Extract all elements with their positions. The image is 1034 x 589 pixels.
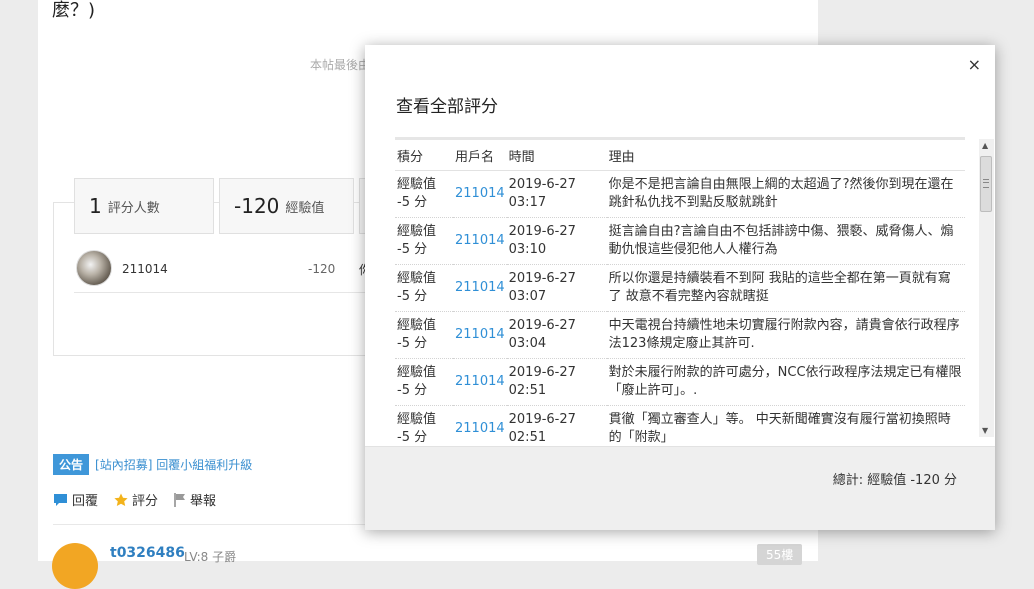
- announcement: 公告 [站內招募] 回覆小組福利升級: [53, 454, 252, 475]
- stat-value: -120: [234, 194, 280, 218]
- user-link[interactable]: 211014: [455, 233, 505, 248]
- table-row: 經驗值 -5 分 211014 2019-6-27 02:51 對於未履行附款的…: [395, 358, 965, 406]
- flag-icon: [174, 492, 186, 507]
- stat-unit: 評分人數: [107, 200, 160, 216]
- table-row: 經驗值 -5 分 211014 2019-6-27 03:10 挺言論自由?言論…: [395, 217, 965, 265]
- cell-time: 2019-6-27 02:51: [506, 358, 607, 406]
- rater-name[interactable]: 211014: [122, 262, 168, 276]
- report-label: 舉報: [190, 494, 217, 509]
- table-header-row: 積分 用戶名 時間 理由: [395, 140, 965, 171]
- column-header-user: 用戶名: [453, 140, 507, 171]
- scrollbar-thumb[interactable]: [980, 156, 992, 212]
- reply-label: 回覆: [72, 494, 99, 509]
- comment-icon: [54, 493, 67, 506]
- divider: [53, 524, 393, 525]
- close-icon[interactable]: ×: [968, 55, 981, 74]
- rate-label: 評分: [132, 494, 159, 509]
- reply-button[interactable]: 回覆: [53, 490, 98, 509]
- next-post-level: LV:8 子爵: [184, 550, 237, 564]
- cell-reason: 中天電視台持續性地未切實履行附款內容，請貴會依行政程序法123條規定廢止其許可.: [606, 311, 965, 359]
- user-link[interactable]: 211014: [455, 374, 505, 389]
- scroll-up-arrow-icon[interactable]: ▲: [982, 141, 988, 150]
- cell-time: 2019-6-27 03:07: [506, 264, 607, 312]
- stat-value: 1: [89, 194, 102, 218]
- cell-reason: 對於未履行附款的許可處分，NCC依行政程序法規定已有權限「廢止許可」。.: [606, 358, 965, 406]
- post-text-tail: 麼？): [52, 0, 96, 21]
- cell-time: 2019-6-27 03:17: [506, 170, 607, 218]
- cell-reason: 挺言論自由?言論自由不包括誹謗中傷、猥褻、威脅傷人、煽動仇恨這些侵犯他人人權行為: [606, 217, 965, 265]
- cell-score: 經驗值 -5 分: [395, 217, 453, 265]
- column-header-reason: 理由: [606, 140, 965, 171]
- cell-score: 經驗值 -5 分: [395, 264, 453, 312]
- user-link[interactable]: 211014: [455, 280, 505, 295]
- user-link[interactable]: 211014: [455, 327, 505, 342]
- vertical-scrollbar[interactable]: ▲ ▼: [979, 139, 994, 437]
- cell-time: 2019-6-27 03:10: [506, 217, 607, 265]
- next-post-username[interactable]: t0326486: [110, 545, 185, 561]
- post-actions: 回覆 評分 舉報: [53, 490, 232, 509]
- announcement-link[interactable]: [站內招募] 回覆小組福利升級: [95, 456, 252, 473]
- cell-score: 經驗值 -5 分: [395, 170, 453, 218]
- report-button[interactable]: 舉報: [174, 490, 216, 509]
- cell-score: 經驗值 -5 分: [395, 311, 453, 359]
- announcement-tag: 公告: [53, 454, 90, 475]
- dialog-title: 查看全部評分: [396, 97, 498, 117]
- rater-value: -120: [308, 262, 336, 276]
- grip-icon: [983, 179, 989, 188]
- rate-button[interactable]: 評分: [114, 490, 158, 509]
- cell-time: 2019-6-27 03:04: [506, 311, 607, 359]
- total-summary: 總計: 經驗值 -120 分: [832, 473, 957, 488]
- scroll-down-arrow-icon[interactable]: ▼: [982, 426, 988, 435]
- stat-rater-count: 1 評分人數: [74, 178, 214, 234]
- ratings-table: 積分 用戶名 時間 理由 經驗值 -5 分 211014 2019-6-27 0…: [395, 140, 965, 453]
- cell-reason: 你是不是把言論自由無限上綱的太超過了?然後你到現在還在跳針私仇找不到點反駁就跳針: [606, 170, 965, 218]
- floor-badge[interactable]: 55樓: [757, 544, 803, 565]
- ratings-dialog: × 查看全部評分 積分 用戶名 時間 理由 經驗值 -5 分 211014 20…: [365, 45, 995, 530]
- avatar[interactable]: [52, 543, 98, 589]
- last-edited-note: 本帖最後由: [310, 58, 371, 72]
- cell-score: 經驗值 -5 分: [395, 358, 453, 406]
- column-header-time: 時間: [506, 140, 607, 171]
- table-row: 經驗值 -5 分 211014 2019-6-27 03:07 所以你還是持續裝…: [395, 264, 965, 312]
- user-link[interactable]: 211014: [455, 421, 505, 436]
- dialog-footer: 總計: 經驗值 -120 分: [365, 446, 995, 530]
- cell-reason: 所以你還是持續裝看不到阿 我貼的這些全都在第一頁就有寫了 故意不看完整內容就瞎挺: [606, 264, 965, 312]
- table-row: 經驗值 -5 分 211014 2019-6-27 03:04 中天電視台持續性…: [395, 311, 965, 359]
- rater-row: 211014 -120 你: [74, 250, 374, 293]
- ratings-table-container: 積分 用戶名 時間 理由 經驗值 -5 分 211014 2019-6-27 0…: [395, 137, 965, 488]
- table-row: 經驗值 -5 分 211014 2019-6-27 03:17 你是不是把言論自…: [395, 170, 965, 218]
- stat-unit: 經驗值: [285, 200, 325, 216]
- star-icon: [114, 493, 128, 506]
- stat-experience: -120 經驗值: [219, 178, 354, 234]
- column-header-score: 積分: [395, 140, 453, 171]
- user-link[interactable]: 211014: [455, 186, 505, 201]
- avatar[interactable]: [76, 250, 112, 286]
